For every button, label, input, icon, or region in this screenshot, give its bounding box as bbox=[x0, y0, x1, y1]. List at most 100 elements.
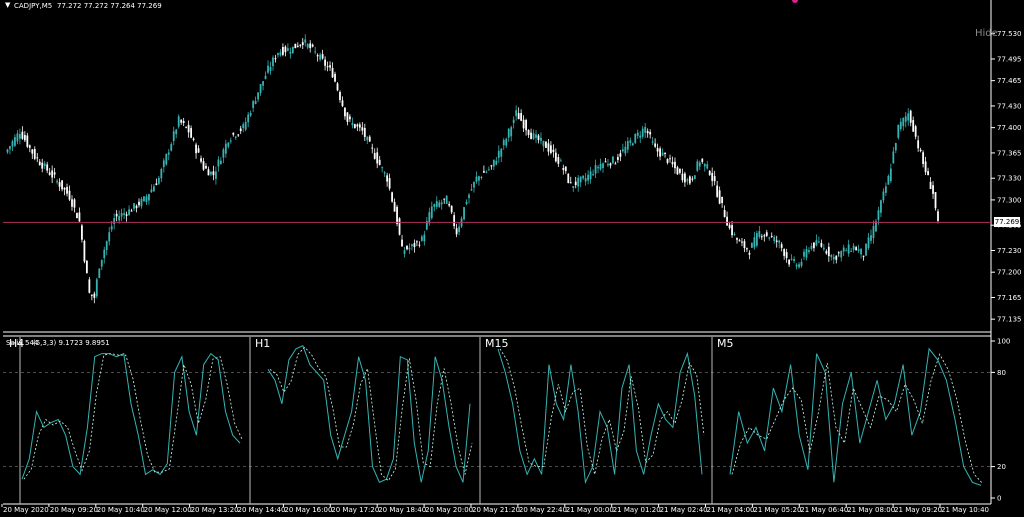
candle-body bbox=[597, 167, 599, 169]
candle-body bbox=[490, 165, 493, 167]
candle-body bbox=[361, 127, 364, 131]
candle-body bbox=[545, 141, 547, 148]
oscillator-window[interactable]: H4 H1 M15 M5 Salix 544 (5,3,3) 9.1723 9.895… bbox=[3, 335, 1010, 505]
candle-body bbox=[182, 121, 185, 124]
candle-body bbox=[733, 234, 736, 236]
candle-body bbox=[738, 240, 741, 242]
candle-body bbox=[835, 255, 838, 260]
candle-body bbox=[180, 119, 183, 123]
candle-body bbox=[254, 100, 257, 104]
candle-body bbox=[289, 51, 292, 54]
candle-body bbox=[917, 140, 920, 149]
main-window[interactable]: 77.530 77.495 77.465 77.430 77.400 77.365 77.3… bbox=[3, 0, 1022, 504]
candle-body bbox=[396, 206, 398, 224]
candle-body bbox=[31, 149, 34, 154]
candle-body bbox=[353, 124, 356, 129]
time-tick-label: 20 May 17:20 bbox=[331, 506, 379, 514]
candle-body bbox=[403, 250, 406, 254]
candle-body bbox=[257, 92, 260, 100]
chart-canvas[interactable]: ▼ CADJPY,M5 77.272 77.272 77.264 77.269 … bbox=[0, 0, 1024, 517]
candle-body bbox=[316, 55, 319, 57]
time-axis[interactable]: 20 May 2020 20 May 09:2020 May 10:4020 Ma… bbox=[1, 504, 989, 514]
candle-body bbox=[922, 152, 925, 164]
candle-body bbox=[634, 133, 637, 143]
candle-body bbox=[438, 202, 441, 207]
candle-body bbox=[495, 160, 498, 165]
time-tick-label: 21 May 04:00 bbox=[707, 506, 755, 514]
candle-body bbox=[242, 124, 245, 128]
candle-body bbox=[16, 133, 19, 142]
hide-button[interactable]: Hide bbox=[975, 28, 998, 39]
candle-body bbox=[639, 135, 642, 138]
candle-body bbox=[368, 136, 371, 142]
candle-body bbox=[497, 150, 500, 158]
candle-body bbox=[123, 213, 126, 215]
candle-body bbox=[626, 141, 629, 150]
price-axis[interactable]: 77.530 77.495 77.465 77.430 77.400 77.365 77.3… bbox=[991, 30, 1022, 324]
candle-body bbox=[284, 46, 287, 53]
time-tick-label: 20 May 18:40 bbox=[378, 506, 426, 514]
candle-body bbox=[110, 226, 113, 230]
candle-body bbox=[28, 145, 31, 148]
candle-body bbox=[832, 256, 835, 260]
candle-body bbox=[192, 138, 195, 140]
time-tick-label: 21 May 00:00 bbox=[566, 506, 614, 514]
candle-body bbox=[162, 160, 165, 168]
candle-body bbox=[842, 247, 845, 252]
candle-body bbox=[420, 236, 423, 241]
price-tick-label: 77.330 bbox=[997, 175, 1022, 183]
candle-body bbox=[808, 250, 810, 252]
candle-body bbox=[654, 143, 657, 147]
candle-body bbox=[294, 43, 297, 49]
candle-body bbox=[510, 127, 513, 137]
candle-body bbox=[693, 175, 696, 180]
candle-body bbox=[252, 101, 255, 108]
candle-body bbox=[887, 175, 890, 185]
candle-body bbox=[753, 237, 756, 248]
candle-body bbox=[373, 153, 376, 159]
candle-body bbox=[517, 113, 520, 120]
candle-body bbox=[932, 185, 934, 194]
candle-body bbox=[487, 169, 490, 171]
candle-body bbox=[339, 91, 341, 100]
candle-body bbox=[433, 204, 436, 207]
candle-body bbox=[743, 241, 746, 249]
candle-body bbox=[550, 145, 552, 154]
candle-body bbox=[90, 294, 93, 296]
candle-body bbox=[210, 171, 212, 175]
candle-body bbox=[445, 195, 448, 204]
candle-body bbox=[299, 44, 302, 46]
candle-body bbox=[279, 52, 282, 56]
candle-body bbox=[267, 65, 269, 73]
candle-body bbox=[468, 194, 470, 198]
candle-body bbox=[688, 176, 691, 184]
candle-body bbox=[512, 119, 515, 124]
candle-body bbox=[741, 241, 743, 243]
candle-body bbox=[773, 237, 776, 242]
candle-body bbox=[817, 241, 820, 243]
candle-body bbox=[500, 148, 503, 157]
candle-body bbox=[113, 217, 116, 225]
candle-body bbox=[607, 163, 609, 166]
candle-body bbox=[937, 211, 939, 221]
candle-body bbox=[356, 124, 359, 127]
candle-body bbox=[780, 244, 783, 248]
candle-body bbox=[334, 73, 336, 82]
candle-body bbox=[731, 225, 733, 236]
candle-body bbox=[14, 137, 16, 146]
osc-tick-label: 20 bbox=[997, 463, 1006, 471]
candle-body bbox=[383, 172, 386, 174]
candle-body bbox=[244, 121, 247, 130]
candle-body bbox=[152, 186, 155, 192]
candle-body bbox=[329, 65, 331, 68]
candle-body bbox=[880, 200, 882, 213]
candle-body bbox=[902, 117, 905, 127]
candle-body bbox=[798, 264, 800, 268]
candle-body bbox=[855, 247, 858, 251]
time-tick-label: 20 May 2020 bbox=[3, 506, 49, 514]
candle-body bbox=[411, 244, 413, 247]
candle-body bbox=[567, 173, 570, 184]
signal-line bbox=[499, 348, 705, 475]
candle-body bbox=[138, 201, 140, 206]
candle-body bbox=[282, 46, 284, 55]
